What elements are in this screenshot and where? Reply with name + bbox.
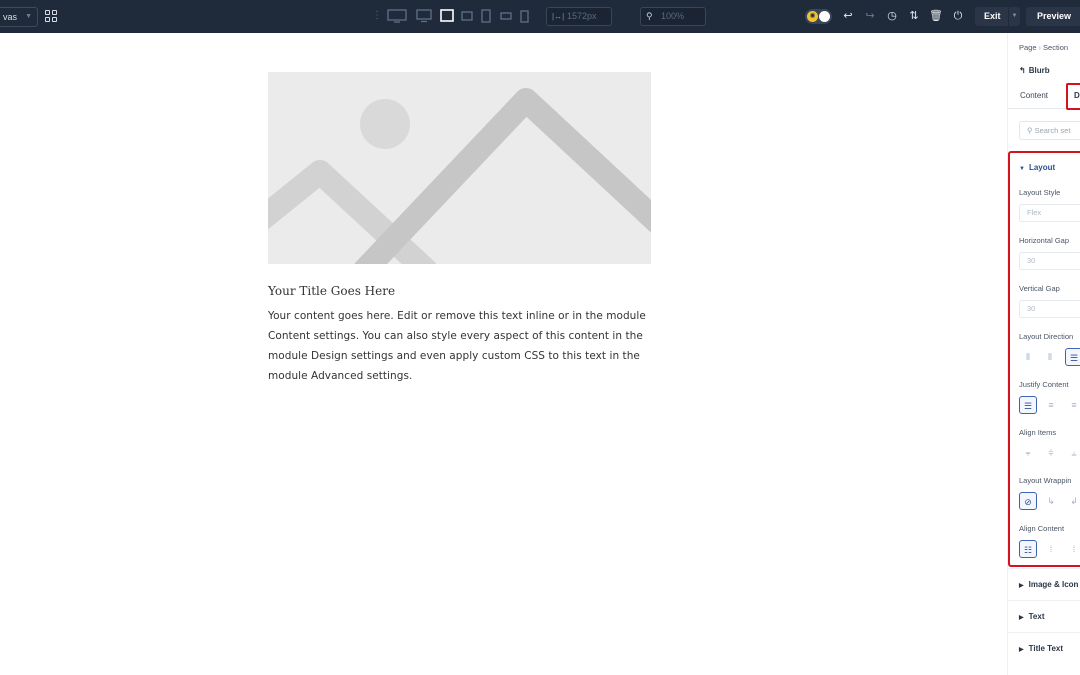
top-toolbar: vas ▼ ⋮ |↔| 1572px ⚲ 100% ✺ ↩ ↪ ◷ ⇅ 🗑 ⏻ … (0, 0, 1080, 33)
wrap-icon[interactable]: ↳ (1042, 492, 1060, 510)
no-wrap-icon[interactable]: ⊘ (1019, 492, 1037, 510)
align-end-icon[interactable]: ⫨ (1065, 444, 1080, 462)
image-icon-section-toggle[interactable]: ▶ Image & Icon (1008, 568, 1080, 600)
image-placeholder[interactable] (268, 72, 651, 264)
layout-style-label: Layout Style (1019, 188, 1061, 197)
text-section-label: ▶ Text (1019, 612, 1044, 621)
phone-icon[interactable] (520, 9, 529, 23)
module-title: Blurb (1028, 66, 1050, 75)
blurb-title[interactable]: Your Title Goes Here (268, 284, 651, 298)
tab-design[interactable]: Des (1066, 83, 1080, 110)
title-text-section-label: ▶ Title Text (1019, 644, 1063, 653)
tablet-landscape-icon[interactable] (440, 9, 454, 23)
chevron-down-icon: ▼ (25, 13, 32, 20)
wrap-reverse-icon[interactable]: ↲ (1065, 492, 1080, 510)
exit-label: Exit (984, 11, 1001, 21)
width-input[interactable]: |↔| 1572px (546, 7, 612, 26)
phone-landscape-icon[interactable] (500, 9, 512, 23)
tablet-icon[interactable] (461, 9, 473, 23)
justify-content-label: Justify Content (1019, 380, 1069, 389)
text-section-text: Text (1028, 612, 1045, 621)
align-content-label: Align Content (1019, 524, 1065, 533)
direction-row-icon[interactable]: ⦀ (1019, 348, 1037, 366)
breadcrumb: Page › Section (1019, 43, 1068, 52)
theme-toggle[interactable]: ✺ (805, 9, 832, 24)
caret-right-icon: ▶ (1019, 583, 1024, 589)
align-content-start-icon[interactable]: ☷ (1019, 540, 1037, 558)
zoom-value: 100% (661, 11, 685, 21)
caret-right-icon: ▶ (1019, 615, 1024, 621)
blurb-body[interactable]: Your content goes here. Edit or remove t… (268, 306, 651, 386)
horizontal-gap-input[interactable]: 30 (1019, 252, 1080, 270)
image-icon-section-text: Image & Icon (1028, 580, 1079, 589)
caret-down-icon: ▼ (1019, 166, 1025, 172)
phone-portrait-icon[interactable] (481, 9, 491, 23)
back-arrow-icon: ↰ (1019, 66, 1026, 75)
settings-search-input[interactable]: ⚲ Search set (1019, 121, 1080, 140)
layout-heading: Layout (1028, 163, 1056, 172)
align-content-center-icon[interactable]: ⁞ (1042, 540, 1060, 558)
settings-panel: Page›Section ↰Blurb Content Des ⚲ Search… (1007, 33, 1080, 675)
builder-app: vas ▼ ⋮ |↔| 1572px ⚲ 100% ✺ ↩ ↪ ◷ ⇅ 🗑 ⏻ … (0, 0, 1080, 675)
align-content-end-icon[interactable]: ⁞ (1065, 540, 1080, 558)
sun-icon: ✺ (807, 11, 818, 22)
desktop-icon[interactable] (387, 9, 407, 23)
canvas-dropdown-label: vas (3, 12, 18, 22)
title-text-section-toggle[interactable]: ▶ Title Text (1008, 632, 1080, 664)
image-icon-section-label: ▶ Image & Icon (1019, 580, 1078, 589)
zoom-icon: ⚲ (646, 11, 653, 21)
horizontal-gap-label: Horizontal Gap (1019, 236, 1070, 245)
layout-wrapping-label: Layout Wrappin (1019, 476, 1072, 485)
direction-column-icon[interactable]: ☰ (1065, 348, 1080, 366)
more-vertical-icon[interactable]: ⋮ (372, 10, 382, 22)
blurb-module[interactable]: Your Title Goes Here Your content goes h… (268, 72, 651, 386)
canvas-dropdown[interactable]: vas ▼ (0, 7, 38, 27)
justify-end-icon[interactable]: ≡ (1065, 396, 1080, 414)
align-items-label: Align Items (1019, 428, 1057, 437)
caret-right-icon: ▶ (1019, 647, 1024, 653)
settings-tabs: Content Des (1008, 83, 1080, 110)
exit-button[interactable]: Exit ▼ (975, 7, 1020, 26)
chevron-down-icon[interactable]: ▼ (1008, 7, 1020, 26)
breadcrumb-page[interactable]: Page (1019, 43, 1037, 52)
layout-style-select[interactable]: Flex (1019, 204, 1080, 222)
align-start-icon[interactable]: ⫧ (1019, 444, 1037, 462)
width-value: 1572px (567, 11, 597, 21)
text-section-toggle[interactable]: ▶ Text (1008, 600, 1080, 632)
width-icon: |↔| (552, 12, 565, 21)
search-icon: ⚲ (1027, 126, 1035, 135)
module-back-button[interactable]: ↰ Blurb (1019, 66, 1050, 75)
redo-icon[interactable]: ↪ (863, 9, 877, 23)
preview-label: Preview (1037, 11, 1072, 21)
power-icon[interactable]: ⏻ (951, 9, 965, 23)
preview-button[interactable]: Preview (1026, 7, 1080, 26)
breadcrumb-section[interactable]: Section (1043, 43, 1068, 52)
laptop-icon[interactable] (416, 9, 432, 23)
zoom-input[interactable]: ⚲ 100% (640, 7, 706, 26)
grid-icon[interactable] (45, 10, 58, 23)
history-icon[interactable]: ◷ (885, 9, 899, 23)
tab-content[interactable]: Content (1020, 91, 1048, 100)
layout-section-toggle[interactable]: ▼ Layout (1019, 163, 1055, 172)
direction-row-reverse-icon[interactable]: ⦀ (1041, 348, 1059, 366)
toggle-knob (819, 11, 830, 22)
search-placeholder: Search set (1034, 126, 1071, 135)
trash-icon[interactable]: 🗑 (929, 9, 943, 23)
title-text-section-text: Title Text (1028, 644, 1064, 653)
vertical-gap-label: Vertical Gap (1019, 284, 1060, 293)
layout-direction-label: Layout Direction (1019, 332, 1074, 341)
vertical-gap-input[interactable]: 30 (1019, 300, 1080, 318)
justify-center-icon[interactable]: ≡ (1042, 396, 1060, 414)
undo-icon[interactable]: ↩ (841, 9, 855, 23)
sort-icon[interactable]: ⇅ (907, 9, 921, 23)
justify-start-icon[interactable]: ☰ (1019, 396, 1037, 414)
align-center-icon[interactable]: ⫩ (1042, 444, 1060, 462)
